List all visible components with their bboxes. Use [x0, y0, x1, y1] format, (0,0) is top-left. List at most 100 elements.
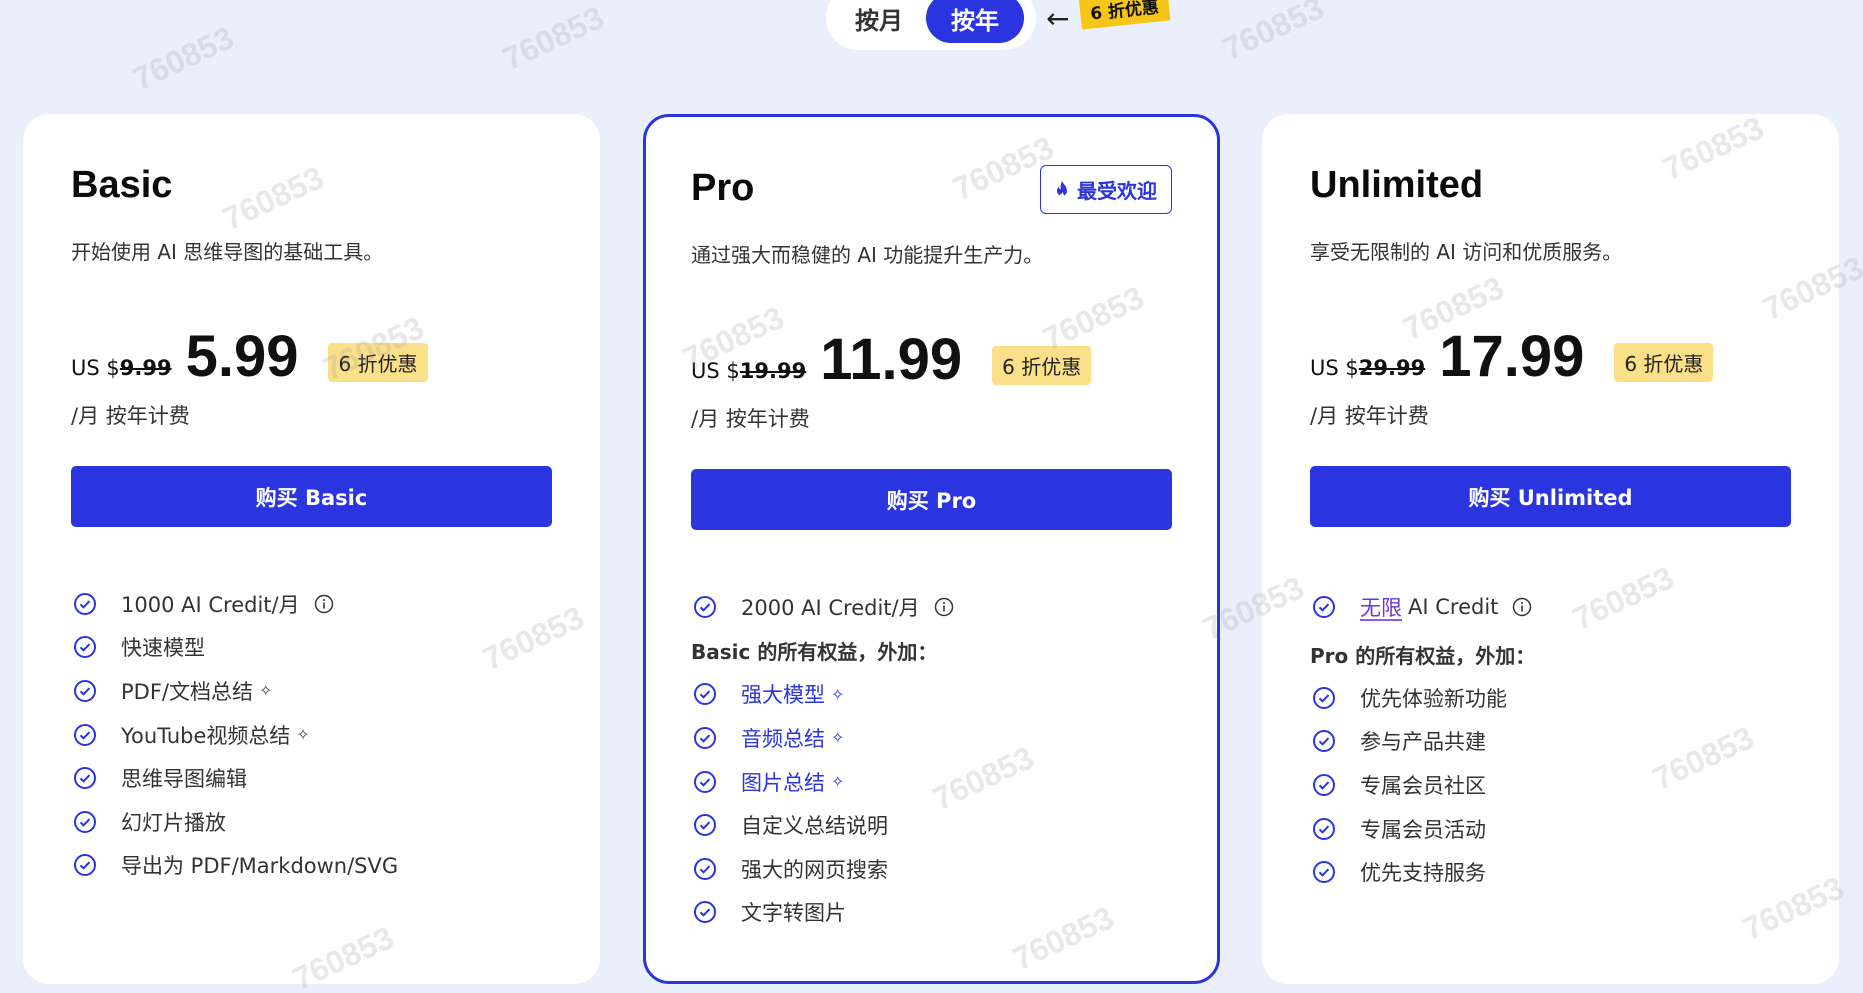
plan-description: 通过强大而稳健的 AI 功能提升生产力。 [691, 243, 1044, 267]
check-circle-icon [74, 679, 96, 702]
yearly-discount-tag: 6 折优惠 [1078, 0, 1171, 30]
check-circle-icon [1313, 773, 1335, 796]
feature-text: 思维导图编辑 [121, 767, 247, 792]
feature-text: PDF/文档总结 [121, 679, 253, 704]
check-circle-icon [694, 683, 716, 706]
yearly-toggle-button[interactable]: 按年 [926, 0, 1024, 43]
feature-text: 幻灯片播放 [121, 810, 226, 835]
plan-card-pro: Pro 最受欢迎 通过强大而稳健的 AI 功能提升生产力。 US $19.99 … [643, 114, 1220, 984]
feature-text: 音频总结 [741, 726, 825, 751]
check-circle-icon [74, 810, 96, 833]
check-circle-icon [1313, 861, 1335, 884]
feature-item: 思维导图编辑 [71, 756, 552, 800]
plan-card-unlimited: Unlimited 享受无限制的 AI 访问和优质服务。 US $29.99 1… [1262, 114, 1839, 984]
check-circle-icon [694, 901, 716, 924]
original-price: US $29.99 [1310, 356, 1426, 380]
check-circle-icon [1313, 817, 1335, 840]
plan-card-basic: Basic 开始使用 AI 思维导图的基础工具。 US $9.99 5.99 6… [23, 114, 600, 984]
original-price: US $9.99 [71, 356, 172, 380]
buy-unlimited-button[interactable]: 购买 Unlimited [1310, 466, 1791, 527]
plan-description: 开始使用 AI 思维导图的基础工具。 [71, 240, 384, 264]
price-row: US $19.99 11.99 6 折优惠 [691, 327, 1092, 392]
monthly-toggle-button[interactable]: 按月 [832, 0, 926, 43]
price-row: US $29.99 17.99 6 折优惠 [1310, 324, 1714, 389]
feature-list: 2000 AI Credit/月 Basic 的所有权益，外加： 强大模型 ✧ … [691, 585, 1172, 934]
check-circle-icon [1313, 686, 1335, 709]
extra-benefits-heading: Pro 的所有权益，外加： [1310, 643, 1536, 668]
billing-toggle: 按月 按年 [826, 0, 1036, 50]
discount-badge: 6 折优惠 [992, 346, 1092, 385]
watermark: 760853 [127, 19, 240, 97]
feature-text: 导出为 PDF/Markdown/SVG [121, 854, 399, 879]
check-circle-icon [74, 854, 96, 877]
feature-item: 专属会员活动 [1310, 807, 1791, 851]
feature-text: 优先支持服务 [1360, 861, 1486, 886]
current-price: 11.99 [820, 327, 963, 392]
discount-badge: 6 折优惠 [1614, 343, 1714, 382]
info-icon[interactable] [934, 597, 954, 617]
feature-text: 快速模型 [121, 636, 205, 661]
billing-toggle-pill: 按月 按年 [826, 0, 1036, 50]
feature-text: AI Credit [1408, 595, 1499, 619]
price-row: US $9.99 5.99 6 折优惠 [71, 328, 428, 386]
plan-description: 享受无限制的 AI 访问和优质服务。 [1310, 240, 1623, 264]
feature-text: 自定义总结说明 [741, 814, 888, 839]
current-price: 5.99 [185, 324, 299, 389]
feature-text: 优先体验新功能 [1360, 686, 1507, 711]
feature-text: 专属会员社区 [1360, 773, 1486, 798]
check-circle-icon [1313, 596, 1335, 618]
info-icon[interactable] [1512, 597, 1532, 617]
most-popular-label: 最受欢迎 [1077, 179, 1157, 203]
feature-item: 文字转图片 [691, 891, 1172, 935]
check-circle-icon [1313, 730, 1335, 753]
feature-text: 图片总结 [741, 770, 825, 795]
check-circle-icon [74, 636, 96, 659]
feature-text: 专属会员活动 [1360, 817, 1486, 842]
feature-item: 1000 AI Credit/月 [71, 582, 552, 626]
original-price: US $19.99 [691, 359, 807, 383]
feature-item: 无限 AI Credit [1310, 582, 1791, 632]
sparkle-icon: ✧ [296, 725, 310, 745]
plan-title: Unlimited [1310, 164, 1484, 206]
feature-item: PDF/文档总结 ✧ [71, 669, 552, 713]
plan-title: Basic [71, 164, 173, 206]
feature-item: 2000 AI Credit/月 [691, 585, 1172, 629]
discount-badge: 6 折优惠 [328, 343, 428, 382]
check-circle-icon [74, 723, 96, 746]
feature-item: 音频总结 ✧ [691, 716, 1172, 760]
check-circle-icon [74, 767, 96, 790]
check-circle-icon [694, 857, 716, 880]
feature-item: 参与产品共建 [1310, 720, 1791, 764]
feature-text: 参与产品共建 [1360, 730, 1486, 755]
feature-list: 1000 AI Credit/月 快速模型 PDF/文档总结 ✧ YouTube… [71, 582, 552, 887]
feature-item: 优先体验新功能 [1310, 676, 1791, 720]
check-circle-icon [694, 726, 716, 749]
sparkle-icon: ✧ [831, 728, 845, 748]
buy-pro-button[interactable]: 购买 Pro [691, 469, 1172, 530]
check-circle-icon [74, 592, 96, 615]
sparkle-icon: ✧ [831, 772, 845, 792]
feature-item: 图片总结 ✧ [691, 760, 1172, 804]
extra-benefits-heading: Basic 的所有权益，外加： [691, 640, 938, 665]
watermark: 760853 [1217, 0, 1330, 67]
feature-text: 2000 AI Credit/月 [741, 595, 920, 620]
current-price: 17.99 [1439, 324, 1585, 389]
feature-item: 专属会员社区 [1310, 763, 1791, 807]
feature-text: 强大的网页搜索 [741, 857, 888, 882]
check-circle-icon [694, 770, 716, 793]
feature-item: 优先支持服务 [1310, 850, 1791, 894]
plan-title: Pro [691, 167, 755, 209]
arrow-left-icon: ← [1046, 2, 1070, 35]
watermark: 760853 [497, 0, 610, 77]
feature-item: 强大模型 ✧ [691, 673, 1172, 717]
feature-text: YouTube视频总结 [121, 723, 291, 748]
buy-basic-button[interactable]: 购买 Basic [71, 466, 552, 527]
feature-text: 文字转图片 [741, 901, 846, 926]
info-icon[interactable] [314, 594, 334, 614]
most-popular-badge: 最受欢迎 [1040, 165, 1172, 214]
feature-text: 强大模型 [741, 683, 825, 708]
feature-text: 1000 AI Credit/月 [121, 592, 300, 617]
feature-item: 幻灯片播放 [71, 800, 552, 844]
feature-item: YouTube视频总结 ✧ [71, 713, 552, 757]
feature-item: 自定义总结说明 [691, 803, 1172, 847]
